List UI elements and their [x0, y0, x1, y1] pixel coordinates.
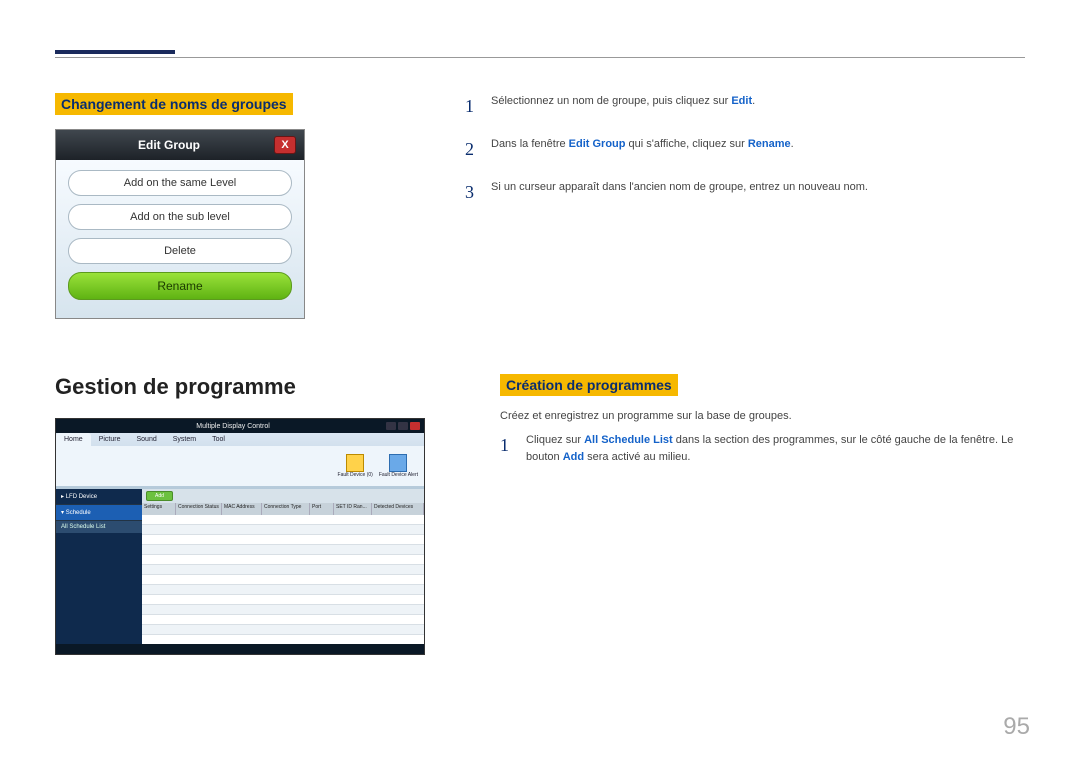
step-text: sera activé au milieu. — [584, 451, 690, 463]
table-row — [142, 545, 424, 555]
table-row — [142, 595, 424, 605]
step-number: 3 — [465, 179, 479, 206]
step-text: Sélectionnez un nom de groupe, puis cliq… — [491, 95, 731, 107]
col-set-id[interactable]: SET ID Ran... — [334, 503, 372, 515]
add-sub-level-button[interactable]: Add on the sub level — [68, 204, 292, 230]
minimize-icon[interactable] — [386, 422, 396, 430]
keyword-add: Add — [563, 451, 584, 463]
col-mac[interactable]: MAC Address — [222, 503, 262, 515]
col-port[interactable]: Port — [310, 503, 334, 515]
step-3: 3 Si un curseur apparaît dans l'ancien n… — [465, 179, 1025, 206]
app-screenshot: Multiple Display Control Home Picture So… — [55, 418, 425, 655]
table-row — [142, 605, 424, 615]
dialog-title: Edit Group — [64, 138, 274, 152]
step-number: 1 — [500, 432, 514, 465]
tab-home[interactable]: Home — [56, 433, 91, 446]
sidebar-item-schedule[interactable]: ▾ Schedule — [56, 505, 142, 521]
table-row — [142, 535, 424, 545]
keyword-edit-group: Edit Group — [569, 138, 626, 150]
tab-sound[interactable]: Sound — [128, 433, 164, 446]
grid-body — [142, 515, 424, 644]
status-bar — [56, 644, 424, 654]
col-settings[interactable]: Settings — [142, 503, 176, 515]
ribbon-label: Fault Device Alert — [379, 473, 418, 478]
step-text: . — [791, 138, 794, 150]
col-connection-status[interactable]: Connection Status — [176, 503, 222, 515]
table-row — [142, 615, 424, 625]
fault-device-alert-button[interactable]: Fault Device Alert — [379, 454, 418, 478]
keyword-rename: Rename — [748, 138, 791, 150]
intro-text: Créez et enregistrez un programme sur la… — [500, 410, 1025, 422]
ribbon-label: Fault Device (0) — [338, 473, 373, 478]
step-number: 2 — [465, 136, 479, 163]
fault-device-icon — [346, 454, 364, 472]
sidebar-item-lfd[interactable]: ▸ LFD Device — [56, 489, 142, 505]
step-2: 2 Dans la fenêtre Edit Group qui s'affic… — [465, 136, 1025, 163]
table-row — [142, 515, 424, 525]
col-detected[interactable]: Detected Devices — [372, 503, 424, 515]
section-heading-rename: Changement de noms de groupes — [55, 93, 293, 115]
page-number: 95 — [1003, 713, 1030, 741]
table-row — [142, 565, 424, 575]
step-1-create: 1 Cliquez sur All Schedule List dans la … — [500, 432, 1025, 465]
tab-system[interactable]: System — [165, 433, 204, 446]
table-row — [142, 525, 424, 535]
step-text: Dans la fenêtre — [491, 138, 569, 150]
keyword-all-schedule-list: All Schedule List — [584, 434, 673, 446]
app-window-title: Multiple Display Control — [196, 423, 270, 430]
step-1: 1 Sélectionnez un nom de groupe, puis cl… — [465, 93, 1025, 120]
maximize-icon[interactable] — [398, 422, 408, 430]
col-connection-type[interactable]: Connection Type — [262, 503, 310, 515]
step-text: qui s'affiche, cliquez sur — [625, 138, 747, 150]
section-heading-create: Création de programmes — [500, 374, 678, 396]
delete-button[interactable]: Delete — [68, 238, 292, 264]
tab-tool[interactable]: Tool — [204, 433, 233, 446]
rename-button[interactable]: Rename — [68, 272, 292, 300]
table-row — [142, 625, 424, 635]
alert-icon — [389, 454, 407, 472]
step-text: Cliquez sur — [526, 434, 584, 446]
sidebar-item-all-schedule[interactable]: All Schedule List — [56, 521, 142, 533]
heading-gestion: Gestion de programme — [55, 374, 450, 400]
add-same-level-button[interactable]: Add on the same Level — [68, 170, 292, 196]
step-text: Si un curseur apparaît dans l'ancien nom… — [491, 181, 868, 193]
keyword-edit: Edit — [731, 95, 752, 107]
tab-picture[interactable]: Picture — [91, 433, 129, 446]
step-number: 1 — [465, 93, 479, 120]
fault-device-id-button[interactable]: Fault Device (0) — [338, 454, 373, 478]
table-row — [142, 555, 424, 565]
close-icon[interactable]: X — [274, 136, 296, 154]
close-icon[interactable] — [410, 422, 420, 430]
add-button[interactable]: Add — [146, 491, 173, 501]
table-row — [142, 585, 424, 595]
grid-header: Settings Connection Status MAC Address C… — [142, 503, 424, 515]
table-row — [142, 575, 424, 585]
edit-group-dialog: Edit Group X Add on the same Level Add o… — [55, 129, 305, 319]
step-text: . — [752, 95, 755, 107]
